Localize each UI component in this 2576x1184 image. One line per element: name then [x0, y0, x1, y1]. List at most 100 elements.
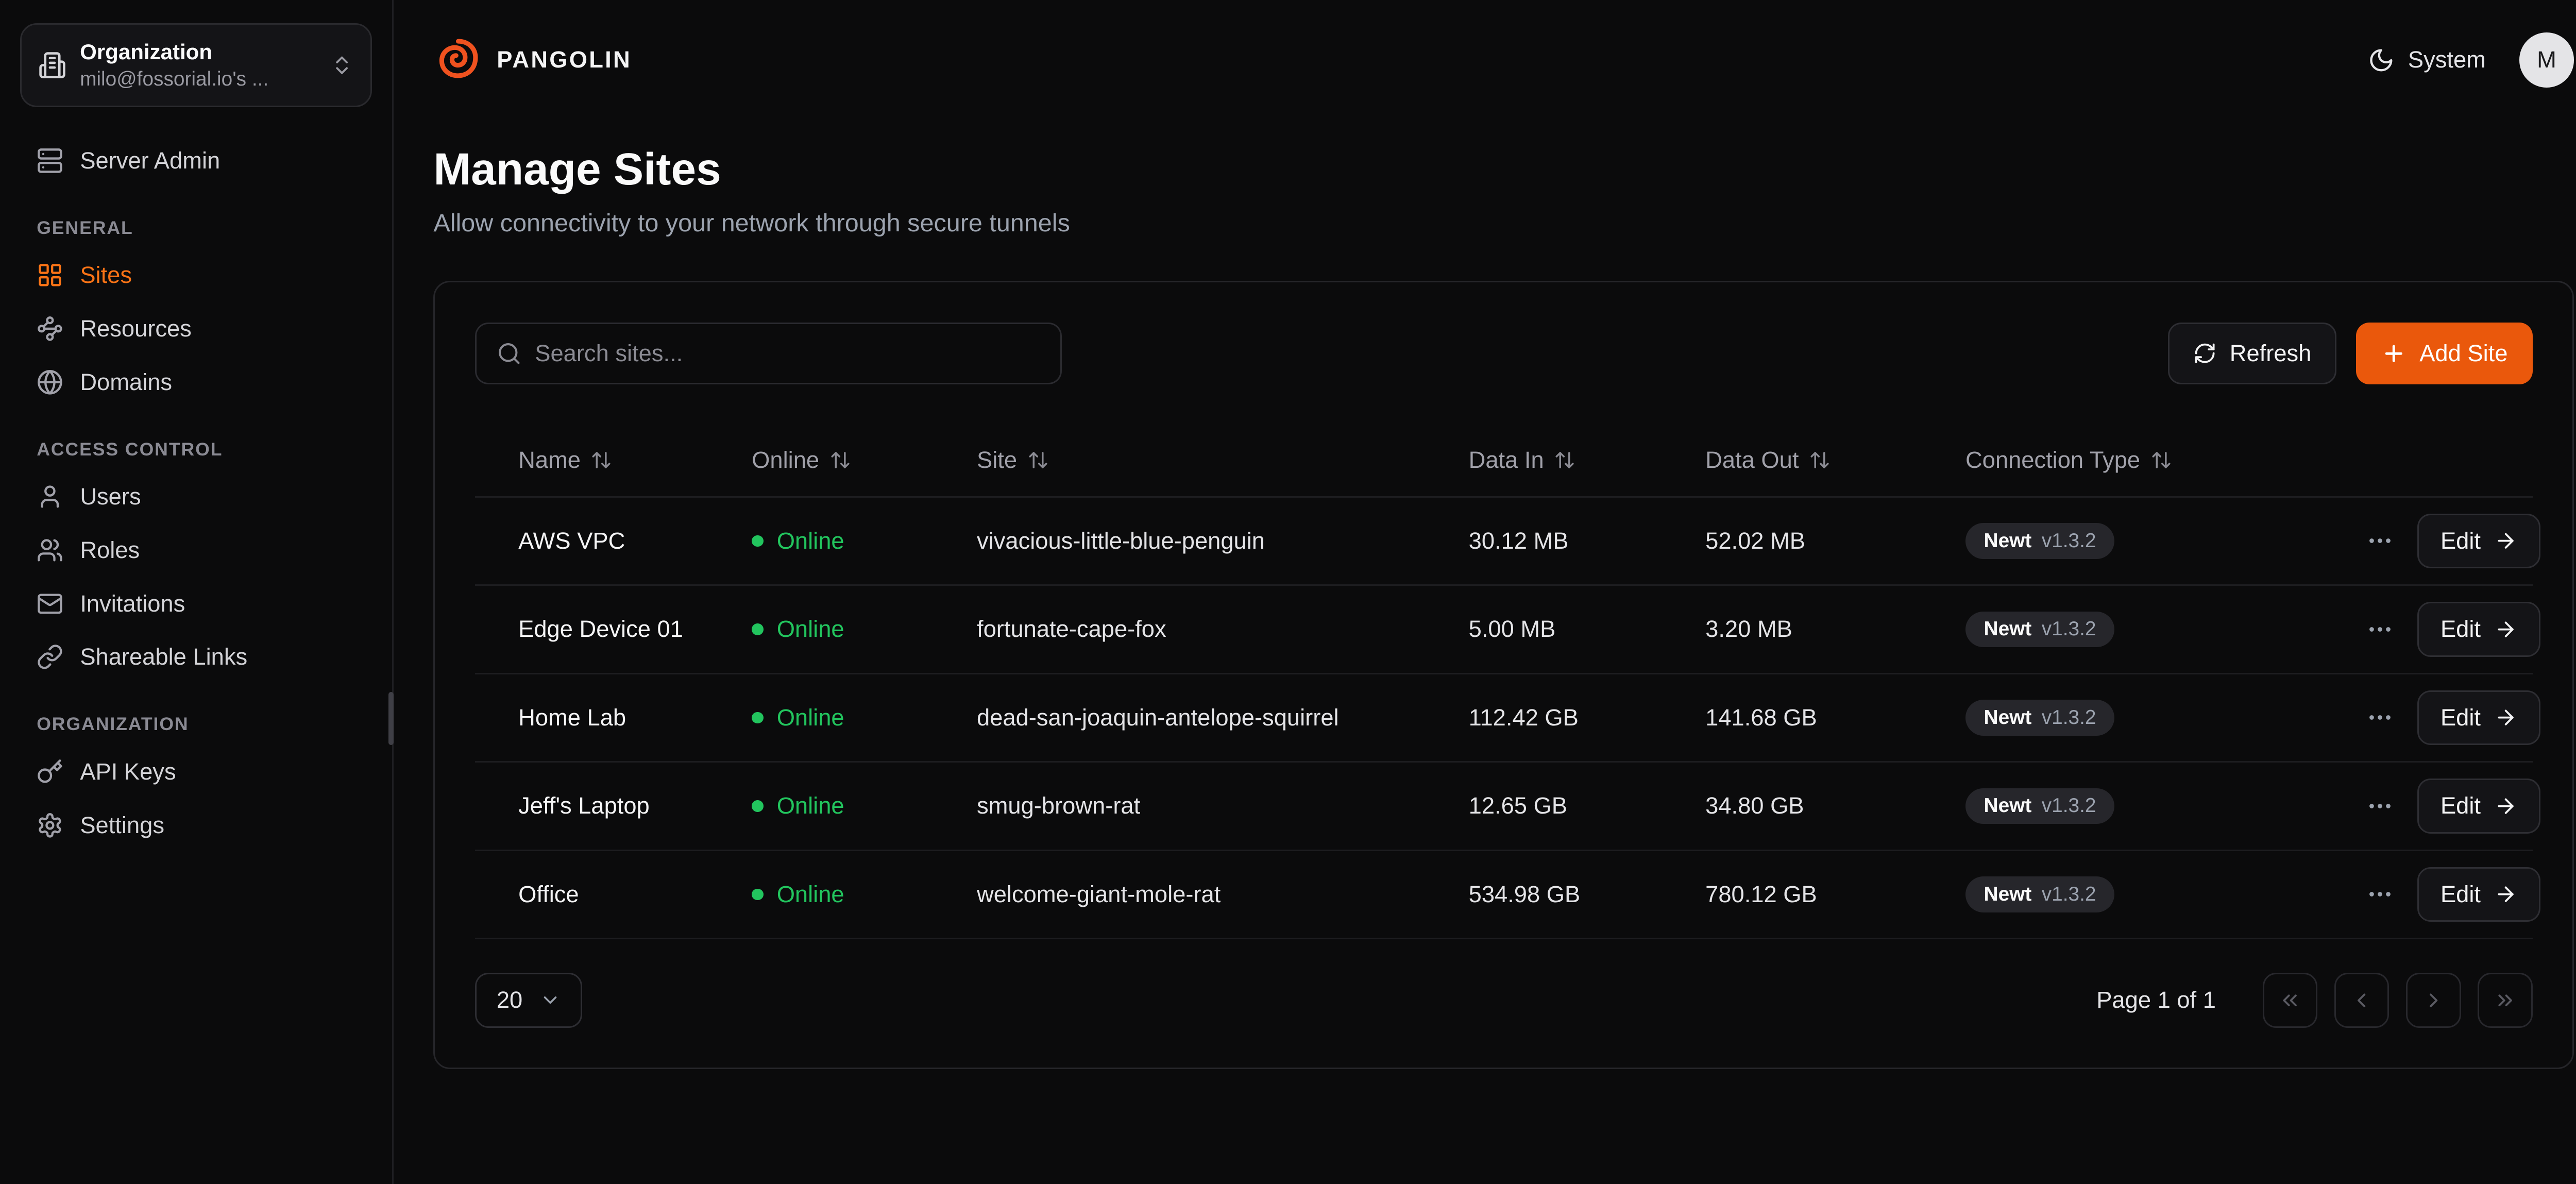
site-slug: fortunate-cape-fox — [977, 616, 1469, 642]
chevrons-up-down-icon — [330, 54, 353, 77]
row-menu-button[interactable] — [2366, 792, 2394, 820]
page-size-value: 20 — [497, 987, 522, 1013]
add-site-button[interactable]: Add Site — [2356, 323, 2532, 384]
sidebar-section-organization: ORGANIZATION — [37, 714, 355, 735]
status-label: Online — [777, 616, 844, 642]
connection-type-badge: Newt v1.3.2 — [1965, 612, 2114, 648]
row-menu-button[interactable] — [2366, 880, 2394, 908]
sort-icon — [590, 449, 612, 471]
connection-type-cell: Newt v1.3.2 — [1965, 876, 2366, 912]
site-slug: dead-san-joaquin-antelope-squirrel — [977, 704, 1469, 731]
row-menu-button[interactable] — [2366, 527, 2394, 555]
row-menu-button[interactable] — [2366, 615, 2394, 644]
connection-type-cell: Newt v1.3.2 — [1965, 612, 2366, 648]
pager-buttons — [2263, 973, 2533, 1028]
column-header-online[interactable]: Online — [752, 447, 977, 473]
ellipsis-icon — [2366, 527, 2394, 555]
sidebar-item-domains[interactable]: Domains — [20, 356, 372, 409]
column-label: Data Out — [1705, 447, 1799, 473]
data-out-value: 3.20 MB — [1705, 616, 1965, 642]
sidebar-item-sites[interactable]: Sites — [20, 248, 372, 302]
refresh-button[interactable]: Refresh — [2168, 323, 2336, 384]
search-input[interactable] — [535, 340, 1040, 367]
column-header-data-out[interactable]: Data Out — [1705, 447, 1965, 473]
organization-selector[interactable]: Organization milo@fossorial.io's ... — [20, 23, 372, 107]
pagination: Page 1 of 1 — [2096, 973, 2533, 1028]
table-row: Home Lab Online dead-san-joaquin-antelop… — [475, 674, 2533, 763]
refresh-label: Refresh — [2230, 340, 2312, 367]
edit-button[interactable]: Edit — [2417, 602, 2540, 657]
add-site-label: Add Site — [2419, 340, 2507, 367]
status-badge: Online — [752, 792, 977, 819]
data-out-value: 52.02 MB — [1705, 528, 1965, 554]
column-header-connection-type[interactable]: Connection Type — [1965, 447, 2366, 473]
sidebar-item-label: Invitations — [80, 590, 185, 617]
table-row: AWS VPC Online vivacious-little-blue-pen… — [475, 498, 2533, 586]
sidebar-item-shareable-links[interactable]: Shareable Links — [20, 630, 372, 684]
sort-icon — [1554, 449, 1575, 471]
column-header-name[interactable]: Name — [475, 447, 752, 473]
top-header: PANGOLIN System M — [394, 0, 2576, 120]
site-slug: smug-brown-rat — [977, 792, 1469, 819]
row-actions: Edit — [2366, 602, 2544, 657]
sidebar-item-users[interactable]: Users — [20, 470, 372, 523]
server-icon — [37, 147, 63, 174]
data-in-value: 12.65 GB — [1469, 792, 1706, 819]
column-label: Name — [518, 447, 581, 473]
column-header-data-in[interactable]: Data In — [1469, 447, 1706, 473]
sort-icon — [1027, 449, 1049, 471]
first-page-button[interactable] — [2263, 973, 2318, 1028]
table-row: Jeff's Laptop Online smug-brown-rat 12.6… — [475, 763, 2533, 851]
sidebar-item-resources[interactable]: Resources — [20, 302, 372, 356]
connection-type-version: v1.3.2 — [2042, 618, 2096, 640]
edit-button[interactable]: Edit — [2417, 514, 2540, 569]
brand: PANGOLIN — [433, 35, 632, 85]
connection-type-name: Newt — [1984, 530, 2032, 552]
sites-grid-icon — [37, 262, 63, 289]
main-area: PANGOLIN System M Manage Sites Allow con… — [394, 0, 2576, 1184]
sites-table: Name Online Site Data In — [475, 424, 2533, 939]
sidebar-section-general: GENERAL — [37, 217, 355, 239]
row-menu-button[interactable] — [2366, 703, 2394, 732]
waypoints-icon — [37, 315, 63, 342]
ellipsis-icon — [2366, 615, 2394, 644]
sidebar-scrollbar[interactable] — [388, 692, 394, 746]
globe-icon — [37, 369, 63, 396]
users-icon — [37, 537, 63, 564]
column-header-site[interactable]: Site — [977, 447, 1469, 473]
theme-toggle[interactable]: System — [2368, 46, 2486, 73]
sidebar-item-roles[interactable]: Roles — [20, 523, 372, 577]
header-controls: System M — [2368, 32, 2574, 88]
sidebar: Organization milo@fossorial.io's ... Ser… — [0, 0, 394, 1184]
page-info: Page 1 of 1 — [2096, 987, 2216, 1013]
status-badge: Online — [752, 528, 977, 554]
sidebar-item-label: Server Admin — [80, 147, 220, 174]
sidebar-item-settings[interactable]: Settings — [20, 799, 372, 852]
online-dot-icon — [752, 889, 764, 901]
edit-button[interactable]: Edit — [2417, 867, 2540, 922]
avatar[interactable]: M — [2519, 32, 2574, 88]
connection-type-badge: Newt v1.3.2 — [1965, 788, 2114, 824]
sidebar-item-server-admin[interactable]: Server Admin — [20, 134, 372, 188]
data-out-value: 34.80 GB — [1705, 792, 1965, 819]
connection-type-badge: Newt v1.3.2 — [1965, 523, 2114, 559]
prev-page-button[interactable] — [2334, 973, 2389, 1028]
last-page-button[interactable] — [2478, 973, 2533, 1028]
sidebar-item-invitations[interactable]: Invitations — [20, 577, 372, 631]
table-toolbar: Refresh Add Site — [475, 323, 2533, 384]
next-page-button[interactable] — [2406, 973, 2461, 1028]
connection-type-badge: Newt v1.3.2 — [1965, 700, 2114, 736]
plus-icon — [2381, 341, 2406, 366]
page-size-select[interactable]: 20 — [475, 973, 582, 1028]
sidebar-item-api-keys[interactable]: API Keys — [20, 745, 372, 799]
ellipsis-icon — [2366, 880, 2394, 908]
edit-button[interactable]: Edit — [2417, 779, 2540, 834]
data-out-value: 780.12 GB — [1705, 881, 1965, 908]
page-head: Manage Sites Allow connectivity to your … — [394, 120, 2576, 238]
edit-button[interactable]: Edit — [2417, 690, 2540, 746]
site-name: Office — [475, 881, 752, 908]
sidebar-item-label: API Keys — [80, 758, 176, 785]
organization-text: Organization milo@fossorial.io's ... — [80, 38, 317, 92]
connection-type-cell: Newt v1.3.2 — [1965, 788, 2366, 824]
edit-label: Edit — [2441, 616, 2481, 642]
